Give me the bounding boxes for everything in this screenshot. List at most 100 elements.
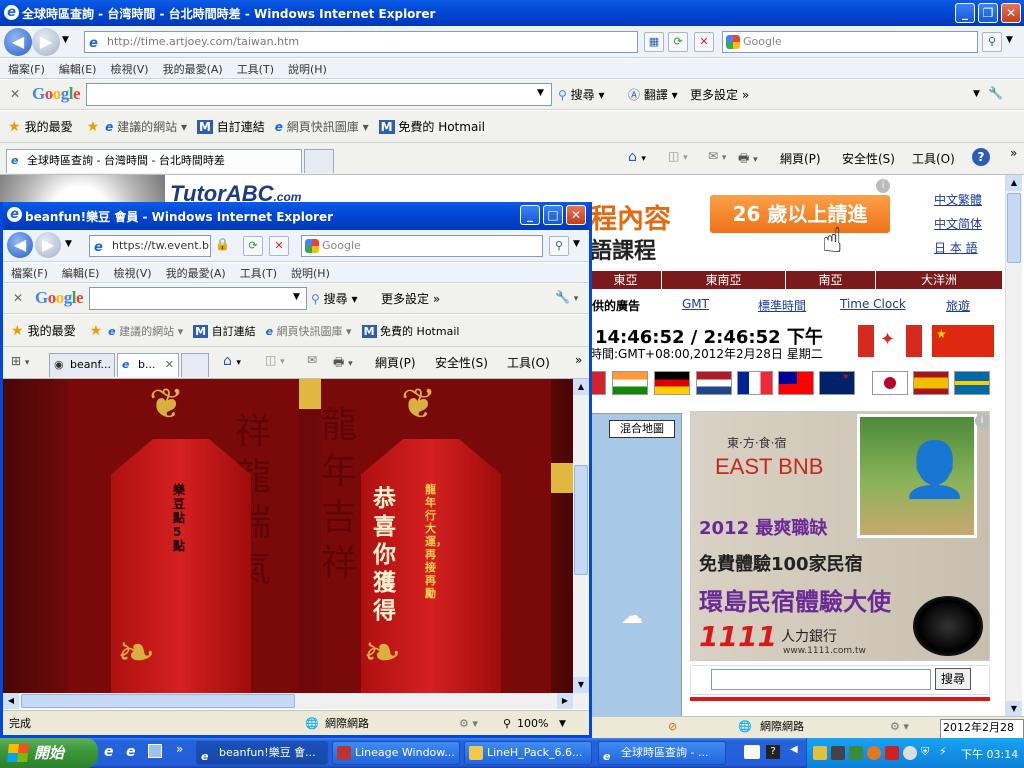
refresh-icon[interactable]: ⟳	[668, 32, 688, 52]
maximize-button[interactable]: ❐	[978, 3, 998, 23]
tray-icon-6[interactable]	[903, 746, 917, 760]
popup-address-field[interactable]: e https://tw.event.b	[89, 235, 211, 257]
region-oceania[interactable]: 大洋洲	[876, 271, 1002, 289]
menu-file[interactable]: 檔案(F)	[8, 61, 45, 77]
travel-link[interactable]: 旅遊	[946, 297, 970, 314]
close-button[interactable]: ✕	[1001, 3, 1021, 23]
popup-scroll-down-icon[interactable]: ▼	[573, 677, 589, 693]
history-dropdown-icon[interactable]: ▼	[62, 35, 69, 45]
lock-icon[interactable]: 🔒	[215, 237, 230, 251]
ad2-info-icon[interactable]: i	[975, 414, 989, 428]
menu-edit[interactable]: 編輯(E)	[59, 61, 97, 77]
quicklaunch-ie2-icon[interactable]: e	[126, 744, 136, 760]
scroll-thumb[interactable]	[1007, 193, 1021, 263]
gmt-link[interactable]: GMT	[682, 297, 709, 311]
popup-new-tab-button[interactable]	[181, 353, 209, 377]
popup-menu-view[interactable]: 檢視(V)	[113, 265, 151, 281]
popup-protected-mode-icon[interactable]: ⚙ ▾	[459, 711, 478, 735]
print-icon[interactable]: 🖶 ▾	[738, 149, 758, 170]
site-search-input[interactable]	[711, 669, 931, 690]
popup-more-settings-button[interactable]: 更多設定 »	[381, 290, 440, 307]
flag-partial-icon[interactable]	[590, 371, 606, 395]
ad-info-icon[interactable]: i	[876, 179, 890, 193]
home-icon[interactable]: ⌂ ▾	[628, 149, 646, 165]
popup-forward-button[interactable]: ▶	[35, 232, 61, 258]
scroll-up-icon[interactable]: ▲	[1006, 175, 1022, 191]
popup-title-bar[interactable]: e beanfun!樂豆 會員 - Windows Internet Explo…	[3, 202, 589, 230]
popup-scroll-left-icon[interactable]: ◀	[3, 693, 19, 709]
tray-icon-1[interactable]	[813, 746, 827, 760]
add-favorite-icon[interactable]: ★	[87, 119, 100, 135]
new-zealand-flag-icon[interactable]: ✶	[819, 371, 855, 395]
favorites-label[interactable]: 我的最愛	[25, 118, 73, 135]
tools-menu[interactable]: 工具(O)	[912, 150, 955, 167]
main-title-bar[interactable]: e 全球時區查詢 - 台湾時間 - 台北時間時差 - Windows Inter…	[0, 0, 1024, 26]
germany-flag-icon[interactable]	[654, 371, 690, 395]
popup-scroll-up-icon[interactable]: ▲	[573, 379, 589, 395]
japan-flag-icon[interactable]	[872, 371, 908, 395]
main-search-field[interactable]: Google	[722, 31, 978, 53]
popup-maximize-button[interactable]: □	[543, 205, 563, 225]
search-go-icon[interactable]: ⚲	[982, 32, 1002, 52]
translate-button[interactable]: Ⓐ 翻譯 ▾	[628, 86, 678, 103]
popup-custom-links-link[interactable]: M 自訂連結	[193, 323, 256, 339]
time-clock-link[interactable]: Time Clock	[840, 297, 906, 311]
popup-tab-beanfun[interactable]: ◉ beanf...	[49, 353, 115, 377]
netherlands-flag-icon[interactable]	[696, 371, 732, 395]
hotmail-link[interactable]: M 免費的 Hotmail	[378, 118, 485, 135]
standard-time-link[interactable]: 標準時間	[758, 297, 806, 314]
google-toolbar-close-icon[interactable]: ✕	[10, 87, 20, 101]
popup-hscroll-thumb[interactable]	[21, 694, 295, 708]
popup-menu-tools[interactable]: 工具(T)	[240, 265, 277, 281]
popup-zoom-dropdown-icon[interactable]: ▼	[559, 711, 566, 735]
suggested-sites-link[interactable]: e 建議的網站 ▾	[105, 118, 187, 135]
popup-search-go-icon[interactable]: ⚲	[549, 236, 569, 256]
popup-zoom-level[interactable]: 100%	[517, 711, 548, 735]
popup-hotmail-link[interactable]: M 免費的 Hotmail	[361, 323, 459, 339]
back-button[interactable]: ◀	[4, 28, 32, 56]
popup-stop-icon[interactable]: ✕	[269, 236, 289, 256]
google-search-button[interactable]: ⚲ 搜尋 ▾	[558, 86, 604, 103]
hybrid-map-button[interactable]: 混合地圖	[609, 420, 675, 438]
wrench-icon[interactable]: 🔧	[988, 86, 1003, 100]
canada-flag-icon[interactable]: ✦	[858, 325, 922, 357]
spain-flag-icon[interactable]	[913, 371, 949, 395]
site-search-button[interactable]: 搜尋	[935, 668, 971, 690]
feeds-icon[interactable]: ◫ ▾	[668, 149, 688, 163]
popup-feeds-icon[interactable]: ◫ ▾	[265, 353, 285, 367]
minimize-button[interactable]: _	[955, 3, 975, 23]
popup-google-search-button[interactable]: ⚲ 搜尋 ▾	[311, 290, 357, 307]
popup-menu-help[interactable]: 說明(H)	[291, 265, 330, 281]
popup-scroll-thumb[interactable]	[574, 465, 588, 575]
popup-history-dropdown-icon[interactable]: ▼	[65, 239, 72, 249]
shield-icon[interactable]: ⛨	[921, 745, 929, 759]
popup-google-input-dropdown-icon[interactable]: ▼	[293, 292, 300, 302]
page-menu[interactable]: 網頁(P)	[780, 150, 821, 167]
france-flag-icon[interactable]	[737, 371, 773, 395]
toolbar-dropdown-icon[interactable]: ▼	[973, 89, 980, 99]
popup-google-toolbar-close-icon[interactable]: ✕	[13, 291, 23, 305]
popup-suggested-sites-link[interactable]: e 建議的網站 ▾	[108, 323, 183, 339]
popup-security-menu[interactable]: 安全性(S)	[435, 354, 488, 371]
quicklaunch-ie-icon[interactable]: e	[104, 744, 114, 760]
popup-favorites-label[interactable]: 我的最愛	[28, 322, 76, 339]
popup-add-favorite-icon[interactable]: ★	[90, 323, 103, 339]
popup-search-options-icon[interactable]: ▼	[573, 239, 580, 249]
google-input-dropdown-icon[interactable]: ▼	[537, 88, 544, 98]
task-folder[interactable]: LineH_Pack_6.6...	[464, 741, 592, 765]
network-icon[interactable]: ⚡	[939, 745, 947, 758]
popup-print-icon[interactable]: 🖶 ▾	[333, 353, 353, 374]
quicklaunch-desktop-icon[interactable]	[148, 744, 162, 758]
map-area[interactable]: 混合地圖 ☁	[590, 413, 682, 717]
start-button[interactable]: 開始	[0, 738, 98, 768]
search-options-icon[interactable]: ▼	[1006, 35, 1013, 45]
popup-minimize-button[interactable]: _	[520, 205, 540, 225]
region-south-asia[interactable]: 南亞	[786, 271, 876, 289]
keyboard-icon[interactable]	[744, 745, 760, 759]
menu-tools[interactable]: 工具(T)	[237, 61, 274, 77]
popup-home-icon[interactable]: ⌂ ▾	[223, 353, 241, 369]
security-menu[interactable]: 安全性(S)	[842, 150, 895, 167]
popup-mail-icon[interactable]: ✉	[307, 353, 317, 367]
quick-tabs-icon[interactable]: ⊞ ▾	[11, 354, 29, 368]
sweden-flag-icon[interactable]	[954, 371, 990, 395]
